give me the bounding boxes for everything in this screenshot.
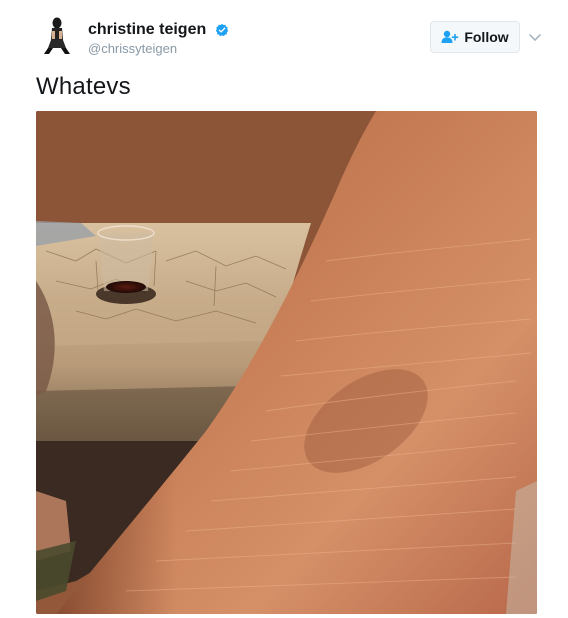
user-handle[interactable]: @chrissyteigen: [88, 41, 229, 57]
author-names: christine teigen @chrissyteigen: [88, 20, 229, 57]
avatar[interactable]: [36, 14, 78, 56]
follow-label: Follow: [464, 29, 509, 45]
tweet-header: christine teigen @chrissyteigen Follow: [36, 14, 546, 62]
display-name[interactable]: christine teigen: [88, 20, 206, 40]
verified-badge-icon: [215, 23, 228, 37]
follow-button[interactable]: Follow: [430, 21, 520, 53]
avatar-image: [36, 14, 78, 56]
tweet-photo[interactable]: [36, 111, 537, 614]
tweet-text: Whatevs: [36, 73, 131, 100]
tweet-card: christine teigen @chrissyteigen Follow W…: [0, 0, 568, 618]
chevron-down-icon[interactable]: [526, 28, 544, 46]
add-user-icon: [441, 30, 459, 43]
photo-image: [36, 111, 537, 614]
